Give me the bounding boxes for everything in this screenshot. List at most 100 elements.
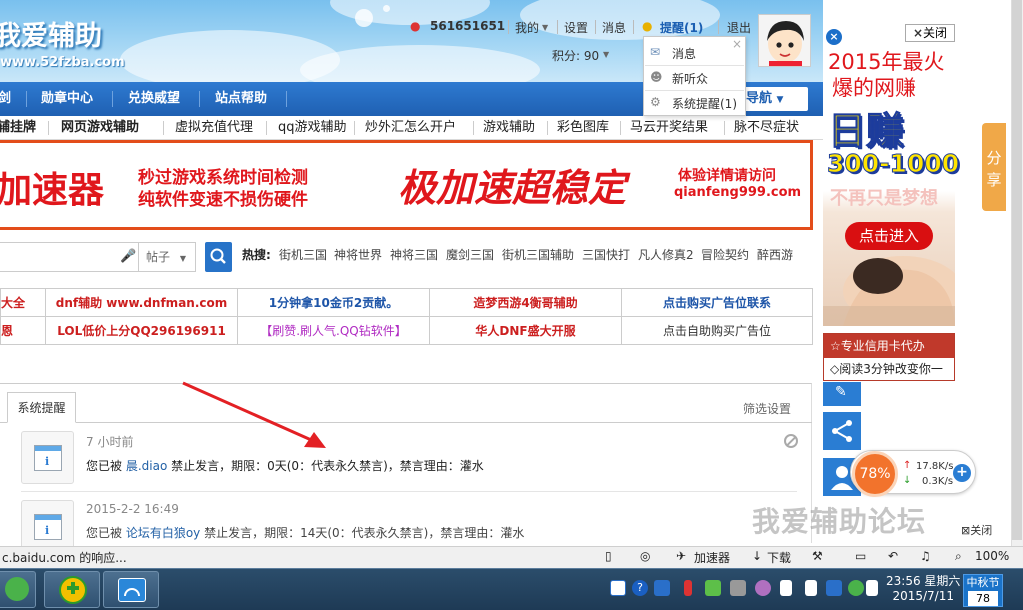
ad-link[interactable]: 点击自助购买广告位 [621, 316, 813, 345]
signal-icon[interactable] [780, 580, 792, 596]
user-link[interactable]: 论坛有白狼oy [126, 526, 200, 540]
ad-link[interactable]: dnf辅助 www.dnfman.com [45, 288, 238, 317]
ad-link[interactable]: 华人DNF盛大开服 [429, 316, 622, 345]
taskbar-360-browser[interactable] [44, 571, 100, 608]
site-navigation-button[interactable]: 导航 ▼ [738, 87, 808, 111]
search-type-select[interactable]: 帖子 ▼ [138, 242, 196, 272]
filter-settings-link[interactable]: 筛选设置 [743, 400, 791, 417]
hot-search-link[interactable]: 凡人修真2 [638, 246, 694, 263]
close-ad-button[interactable]: ×关闭 [905, 24, 955, 42]
clock[interactable]: 23:56 星期六 2015/7/11 [886, 574, 960, 604]
ad-link[interactable]: LOL低价上分QQ296196911 [45, 316, 238, 345]
hot-search-link[interactable]: 街机三国辅助 [502, 246, 574, 263]
quick-link[interactable]: 马云开奖结果 [630, 116, 708, 139]
ad-link[interactable]: ◇阅读3分钟改变你一 [824, 358, 954, 380]
user-link[interactable]: 晨.diao [126, 459, 167, 473]
speed-icon[interactable]: ◎ [640, 549, 650, 563]
chevron-down-icon[interactable]: ▼ [542, 23, 548, 32]
quick-link[interactable]: 网页游戏辅助 [61, 116, 139, 139]
tray-icon[interactable] [705, 580, 721, 596]
chevron-down-icon[interactable]: ▼ [603, 50, 609, 59]
zoom-level[interactable]: 100% [975, 549, 1009, 563]
share-button[interactable] [823, 412, 861, 450]
taskbar-network-app[interactable] [103, 571, 159, 608]
scrollbar-thumb[interactable] [1012, 0, 1022, 540]
zoom-icon[interactable]: ⌕ [955, 549, 962, 564]
close-icon[interactable]: × [826, 29, 842, 45]
accelerator-icon[interactable]: ✈ [676, 549, 686, 563]
tray-icon[interactable] [654, 580, 670, 596]
plus-icon[interactable]: + [953, 464, 971, 482]
edit-button[interactable]: ✎ [823, 382, 861, 406]
nav-item-medals[interactable]: 勋章中心 [41, 82, 93, 116]
tray-icon[interactable] [826, 580, 842, 596]
search-input[interactable] [0, 242, 138, 272]
download-button[interactable]: 下载 [767, 549, 791, 566]
points-display[interactable]: 积分: 90 [552, 47, 599, 64]
settings-link[interactable]: 设置 [564, 19, 588, 36]
tray-icon[interactable] [755, 580, 771, 596]
hot-search-link[interactable]: 三国快打 [582, 246, 630, 263]
user-avatar[interactable] [758, 14, 811, 67]
logout-link[interactable]: 退出 [727, 19, 751, 36]
hot-search-link[interactable]: 街机三国 [279, 246, 327, 263]
tray-icon[interactable] [684, 580, 692, 596]
ad-link[interactable]: 点击购买广告位联系 [621, 288, 813, 317]
enter-ad-button[interactable]: 点击进入 [845, 222, 933, 250]
dropdown-item-followers[interactable]: 新听众 [672, 70, 708, 87]
reminder-link[interactable]: 提醒(1) [660, 19, 703, 36]
taskbar-app[interactable] [0, 571, 36, 608]
banner-text: 纯软件变速不损伤硬件 [138, 190, 308, 210]
hot-search-link[interactable]: 冒险契约 [701, 246, 749, 263]
user-qq-number[interactable]: 561651651 [430, 19, 505, 33]
my-menu[interactable]: 我的 [515, 19, 539, 36]
help-icon[interactable]: ? [632, 580, 648, 596]
ad-link[interactable]: 大全 [0, 288, 46, 317]
quick-link[interactable]: 游戏辅助 [483, 116, 535, 139]
quick-link[interactable]: 脉不尽症状 [734, 116, 799, 139]
nav-item-exchange[interactable]: 兑换威望 [128, 82, 180, 116]
hot-search-link[interactable]: 魔剑三国 [446, 246, 494, 263]
ad-link[interactable]: 恩 [0, 316, 46, 345]
ad-link[interactable]: 造梦西游4衡哥辅助 [429, 288, 622, 317]
dropdown-item-system-reminders[interactable]: 系统提醒(1) [672, 95, 737, 112]
accelerator-button[interactable]: 加速器 [694, 549, 730, 566]
banner-ad[interactable]: 加速器 秒过游戏系统时间检测 纯软件变速不损伤硬件 极加速超稳定 体验详情请访问… [0, 140, 813, 230]
messages-link[interactable]: 消息 [602, 19, 626, 36]
dropdown-item-messages[interactable]: 消息 [672, 45, 696, 62]
quick-link[interactable]: 炒外汇怎么开户 [365, 116, 456, 139]
quick-link[interactable]: qq游戏辅助 [278, 116, 347, 139]
quick-link[interactable]: 虚拟充值代理 [175, 116, 253, 139]
undo-icon[interactable]: ↶ [888, 549, 898, 563]
tray-icon[interactable] [848, 580, 864, 596]
ad-link[interactable]: ☆专业信用卡代办 [824, 334, 954, 358]
memory-percent[interactable]: 78% [852, 451, 898, 497]
nav-item-help[interactable]: 站点帮助 [215, 82, 267, 116]
hot-search-link[interactable]: 神将世界 [334, 246, 382, 263]
volume-icon[interactable] [866, 580, 878, 596]
watermark-close[interactable]: ⊠关闭 [961, 522, 992, 538]
tray-icon[interactable] [610, 580, 626, 596]
download-icon[interactable]: ↓ [752, 549, 762, 563]
quick-link[interactable]: 辅挂牌 [0, 116, 36, 139]
tab-system-reminders[interactable]: 系统提醒 [7, 392, 76, 423]
close-icon[interactable]: × [732, 37, 742, 51]
quick-link[interactable]: 彩色图库 [557, 116, 609, 139]
nav-item[interactable]: 剑 [0, 82, 11, 116]
microphone-icon[interactable]: 🎤 [120, 249, 136, 264]
ad-link[interactable]: 【刷赞.刷人气.QQ钻软件】 [237, 316, 430, 345]
tools-icon[interactable]: ⚒ [812, 549, 823, 563]
delete-notice-icon[interactable] [784, 434, 798, 448]
tray-icon[interactable] [730, 580, 746, 596]
battery-icon[interactable] [805, 580, 817, 596]
share-tab[interactable]: 分享 [982, 123, 1006, 211]
hot-search-link[interactable]: 醉西游 [757, 246, 793, 263]
volume-icon[interactable]: ♫ [920, 549, 931, 563]
site-logo[interactable]: 我爱辅助 [0, 14, 102, 53]
festival-countdown[interactable]: 中秋节 78 [963, 574, 1003, 607]
ad-link[interactable]: 1分钟拿10金币2贡献。 [237, 288, 430, 317]
search-button[interactable] [205, 242, 232, 272]
hot-search-link[interactable]: 神将三国 [390, 246, 438, 263]
window-icon[interactable]: ▭ [855, 549, 866, 563]
phone-icon[interactable]: ▯ [605, 549, 612, 563]
